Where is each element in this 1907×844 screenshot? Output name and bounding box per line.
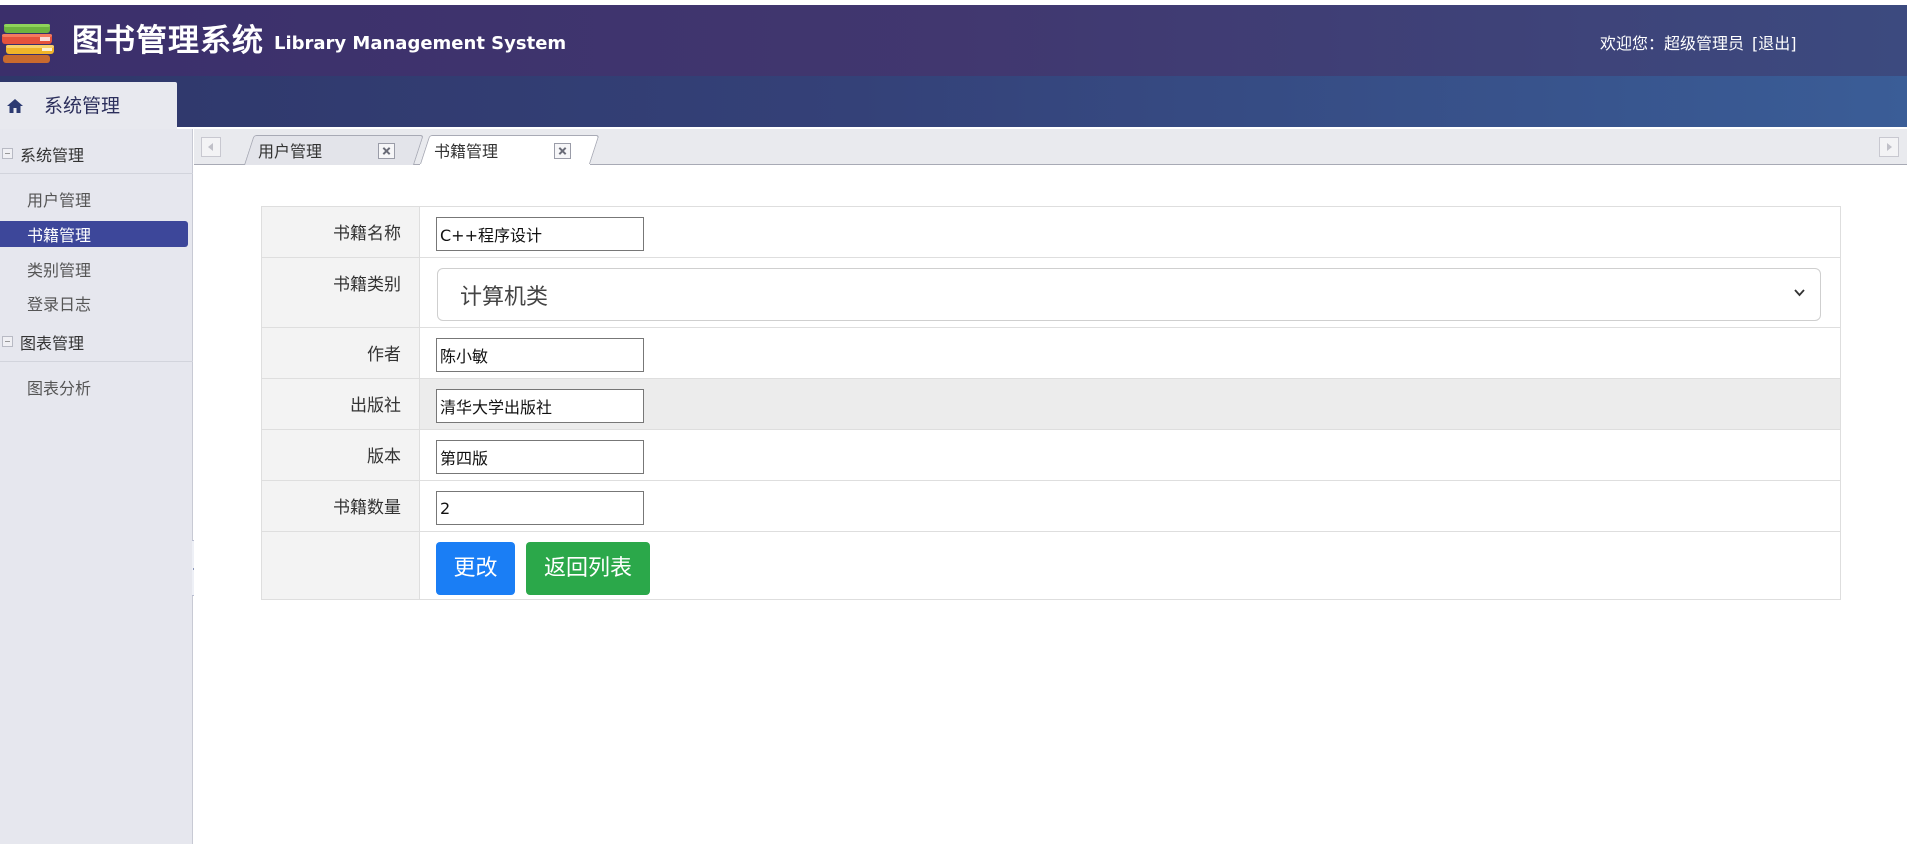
- back-to-list-button[interactable]: 返回列表: [526, 542, 650, 595]
- sidebar-group-system[interactable]: 系统管理: [0, 134, 193, 174]
- edition-input[interactable]: [436, 440, 644, 474]
- app-subtitle: Library Management System: [274, 33, 567, 54]
- tab-scroll-left-icon[interactable]: [201, 137, 221, 157]
- book-edit-form: 书籍名称 书籍类别 计算机类 作者 出版社 版本 书籍数量: [261, 206, 1841, 600]
- category-select[interactable]: 计算机类: [437, 268, 1821, 321]
- app-header: 图书管理系统 Library Management System 欢迎您：超级管…: [0, 5, 1907, 76]
- nav-tab-system[interactable]: 系统管理: [0, 82, 177, 129]
- publisher-input[interactable]: [436, 389, 644, 423]
- tab-book-management[interactable]: 书籍管理: [420, 135, 600, 165]
- welcome-area: 欢迎您：超级管理员 [退出]: [1600, 33, 1797, 55]
- tab-label: 用户管理: [258, 142, 323, 161]
- sidebar-group-title: 图表管理: [20, 333, 85, 353]
- sidebar: 系统管理 用户管理 书籍管理 类别管理 登录日志 图表管理 图表分析: [0, 129, 193, 844]
- field-label: 出版社: [261, 378, 420, 430]
- tabs-bar: 用户管理 书籍管理: [194, 129, 1907, 165]
- field-label: 版本: [261, 429, 420, 481]
- chevron-down-icon: [1794, 289, 1805, 297]
- form-row-book-name: 书籍名称: [261, 206, 1841, 258]
- nav-band: [0, 76, 1907, 127]
- field-label: 作者: [261, 327, 420, 379]
- update-button[interactable]: 更改: [436, 542, 515, 595]
- sidebar-group-title: 系统管理: [20, 145, 85, 165]
- collapse-icon[interactable]: [2, 336, 13, 347]
- field-label: 书籍名称: [261, 206, 420, 258]
- field-label: 书籍数量: [261, 480, 420, 532]
- collapse-icon[interactable]: [2, 148, 13, 159]
- home-icon: [7, 98, 23, 113]
- form-row-author: 作者: [261, 327, 1841, 379]
- form-row-quantity: 书籍数量: [261, 480, 1841, 532]
- sidebar-item-chart-analysis[interactable]: 图表分析: [0, 374, 188, 400]
- sidebar-item-login-log[interactable]: 登录日志: [0, 290, 188, 316]
- tab-label: 书籍管理: [434, 141, 499, 161]
- empty-label-cell: [261, 531, 420, 600]
- welcome-text: 欢迎您：超级管理员: [1600, 34, 1745, 53]
- sidebar-item-books[interactable]: 书籍管理: [0, 221, 188, 247]
- sidebar-item-categories[interactable]: 类别管理: [0, 256, 188, 282]
- author-input[interactable]: [436, 338, 644, 372]
- close-icon[interactable]: [378, 143, 395, 159]
- nav-tab-label: 系统管理: [44, 94, 121, 117]
- form-row-edition: 版本: [261, 429, 1841, 481]
- category-select-value: 计算机类: [460, 284, 549, 310]
- sidebar-group-charts[interactable]: 图表管理: [0, 322, 193, 362]
- app-title: 图书管理系统: [72, 23, 264, 59]
- tab-scroll-right-icon[interactable]: [1879, 137, 1899, 157]
- field-label: 书籍类别: [261, 257, 420, 328]
- sidebar-item-users[interactable]: 用户管理: [0, 186, 188, 212]
- main-content: 书籍名称 书籍类别 计算机类 作者 出版社 版本 书籍数量: [194, 165, 1907, 844]
- tab-user-management[interactable]: 用户管理: [244, 135, 424, 165]
- book-name-input[interactable]: [436, 217, 644, 251]
- form-row-category: 书籍类别 计算机类: [261, 257, 1841, 328]
- logout-link[interactable]: [退出]: [1752, 34, 1797, 53]
- quantity-input[interactable]: [436, 491, 644, 525]
- close-icon[interactable]: [554, 143, 571, 159]
- form-row-actions: 更改 返回列表: [261, 531, 1841, 600]
- books-logo-icon: [2, 24, 54, 63]
- form-row-publisher: 出版社: [261, 378, 1841, 430]
